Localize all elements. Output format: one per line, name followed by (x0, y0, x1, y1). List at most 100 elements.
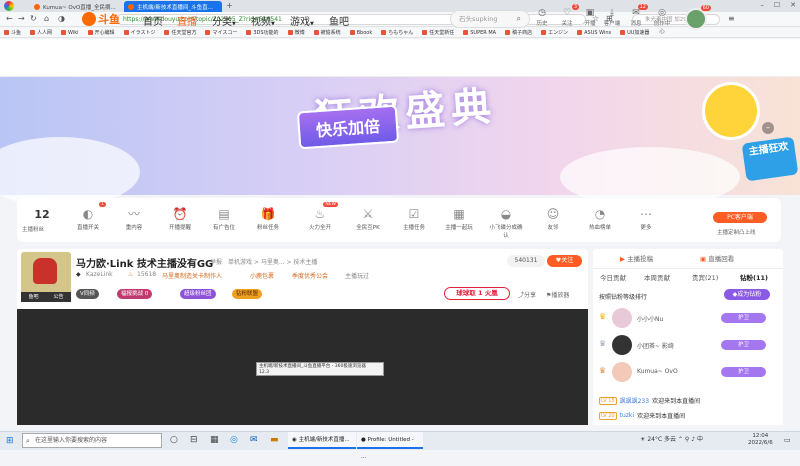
chip-diamond-fans[interactable]: 钻粉联盟 (232, 289, 263, 299)
tab-diamond-fans[interactable]: 钻粉(11) (740, 272, 768, 282)
explorer-icon[interactable]: ▦ (210, 435, 219, 445)
new-tab-button[interactable]: + (226, 1, 233, 10)
tool-1[interactable]: 〰重内容 (116, 206, 152, 231)
anchor-label-fishbar[interactable]: 鱼吧 (28, 292, 38, 302)
task-view-icon[interactable]: ○ (170, 435, 178, 445)
menu-icon[interactable]: ≡ (728, 14, 735, 23)
forward-icon[interactable]: → (18, 14, 25, 23)
bookmark-item[interactable]: 人人网 (30, 29, 52, 36)
chat-username[interactable]: tuzki (620, 412, 634, 419)
bookmark-item[interactable]: マイスコー (205, 29, 237, 36)
bookmark-item[interactable]: 稿子商店 (505, 29, 532, 36)
hot-bar[interactable]: 球球取 1 火凰 (444, 287, 510, 300)
rank-avatar[interactable] (612, 308, 632, 328)
search-icon[interactable]: ⌕ (517, 11, 521, 27)
room-category[interactable]: 单机游戏 > 马里奥... > 技术主播 (228, 257, 317, 266)
tool-12[interactable]: ⋯ 更多 (628, 206, 664, 231)
header-creator-button[interactable]: ◎ 创作中心 (652, 8, 672, 35)
input-language[interactable]: 中 (697, 436, 703, 443)
taskbar-search-input[interactable]: ⌕ 在这里输入你要搜索的内容 (22, 433, 162, 448)
reload-icon[interactable]: ↻ (30, 14, 37, 23)
folder-icon[interactable]: ▬ (270, 435, 279, 445)
report-link[interactable]: 举报 (210, 257, 222, 266)
bookmark-item[interactable]: 斗鱼 (4, 29, 21, 36)
nav-home[interactable]: 首页 (143, 13, 163, 28)
anchor-tag-3[interactable]: 季度优秀公会 (292, 271, 328, 280)
bookmark-item[interactable]: イラストジ (123, 29, 155, 36)
tool-6[interactable]: ⚔ 全民互PK (350, 206, 386, 231)
tool-3[interactable]: ▤ 有广告位 (206, 206, 242, 231)
tab-anchor-posts[interactable]: ▶ 主播投稿 (620, 253, 653, 263)
bookmark-item[interactable]: Bbook (349, 30, 372, 36)
bookmark-item[interactable]: エンジン (541, 29, 568, 36)
anchor-name[interactable]: KazeLink (86, 271, 113, 278)
anchor-label-notice[interactable]: 公告 (53, 292, 63, 302)
tool-10[interactable]: ☺ 友邻 (535, 206, 571, 231)
chip-challenge[interactable]: 福报挑战 0 (117, 289, 153, 299)
chip-same-freq[interactable]: V同频 (76, 289, 99, 299)
chat-username[interactable]: 飒飒飒233 (620, 396, 649, 405)
bookmark-item[interactable]: 任天堂官方 (164, 29, 196, 36)
browser-logo-icon[interactable] (4, 1, 14, 11)
maximize-icon[interactable]: ☐ (774, 1, 780, 9)
follow-button[interactable]: ♥关注 (547, 255, 582, 267)
rank-item[interactable]: ♛ Kumua~ OvO 护卫 (599, 360, 779, 384)
bookmark-item[interactable]: ASUS Wins (577, 30, 611, 36)
bookmark-item[interactable]: 微博 (287, 29, 305, 36)
back-icon[interactable]: ← (6, 14, 13, 23)
network-icon[interactable]: ⌃ (678, 436, 683, 443)
bookmark-item[interactable]: Wiki (61, 30, 79, 36)
taskbar-app-browser[interactable]: ◉ 主机端/新技术直播... (288, 432, 356, 449)
tool-8[interactable]: ▦ 主播一起玩 (441, 206, 477, 231)
bookmark-item[interactable]: UU加速器 (620, 29, 649, 36)
site-search-input[interactable]: 石头supking ⌕ (450, 10, 530, 28)
chip-fan-club[interactable]: 超级粉丝团 (180, 289, 216, 299)
wifi-icon[interactable]: ⚲ (685, 436, 689, 443)
header-heart-button[interactable]: ♡ 关注 3 (557, 4, 579, 27)
volume-icon[interactable]: ♪ (691, 436, 695, 443)
weather-text[interactable]: 24°C 多云 (647, 436, 676, 443)
tab-today-contrib[interactable]: 今日贡献 (600, 272, 626, 282)
tool-7[interactable]: ☑ 主播任务 (396, 206, 432, 231)
header-clock-button[interactable]: ◷ 历史 (532, 8, 552, 27)
mail-icon[interactable]: ✉ (250, 435, 258, 445)
bookmark-item[interactable]: 被偷系统 (313, 29, 341, 36)
edge-icon[interactable]: ◎ (230, 435, 238, 445)
rank-item[interactable]: ♛ 小团茶~ 影绮 护卫 (599, 333, 779, 357)
become-diamond-fan-button[interactable]: ◆成为钻粉 (724, 289, 770, 300)
bookmark-item[interactable]: 任天堂新任 (422, 29, 454, 36)
browser-tab-2[interactable]: 主机端/新技术直播间_斗鱼直... (124, 1, 222, 12)
site-logo[interactable]: 斗鱼 (82, 9, 128, 29)
tab-replay[interactable]: ▣ 直播回看 (700, 253, 734, 263)
windows-start-icon[interactable]: ⊞ (6, 436, 14, 446)
nav-fishbar[interactable]: 鱼吧 (329, 13, 349, 28)
notification-icon[interactable]: ▭ (784, 436, 791, 444)
pc-client-subtitle[interactable]: 主播定制凸上线 (717, 228, 756, 236)
tool-9[interactable]: ◒ 小飞碟分成确认 (488, 206, 524, 239)
tab-vip[interactable]: 贵宾(21) (692, 272, 718, 282)
tool-0[interactable]: ◐ 直播开关 1 (70, 202, 106, 231)
nav-games[interactable]: 游戏▼ (290, 13, 314, 28)
tool-4[interactable]: 🎁 粉丝任务 (250, 206, 286, 231)
home-icon[interactable]: ⌂ (44, 14, 49, 23)
user-avatar[interactable]: 60 (685, 5, 711, 30)
taskbar-app-profile[interactable]: ● Profile: Untitled - ... (357, 432, 423, 460)
rank-item[interactable]: ♛ 小小小Nu 护卫 (599, 306, 779, 330)
tab-week-contrib[interactable]: 本周贡献 (644, 272, 670, 282)
player-report-button[interactable]: ⚑播放器 (546, 290, 569, 299)
banner-mascot-sign[interactable]: 主播狂欢 (741, 136, 799, 182)
toggle-icon[interactable]: ◑ (58, 14, 65, 23)
pc-client-button[interactable]: PC客户端 (713, 212, 767, 223)
anchor-tag-2[interactable]: 小鹿包裹 (250, 271, 274, 280)
share-button[interactable]: ⤴分享 (518, 290, 536, 299)
tool-5[interactable]: ♨ 火力全开 NEW (302, 202, 338, 231)
anchor-tag[interactable]: 马里奥制造关卡制作人 (162, 271, 222, 280)
header-bell-button[interactable]: ✉ 消息 12 (626, 4, 648, 27)
tool-11[interactable]: ◔ 热血榜单 (582, 206, 618, 231)
rank-avatar[interactable] (612, 362, 632, 382)
bookmark-item[interactable]: 开心编辑 (87, 29, 115, 36)
bookmark-item[interactable]: SUPER MA (463, 30, 496, 36)
clock[interactable]: 12:04 2022/6/6 (748, 433, 773, 447)
header-camera-button[interactable]: ▣ 开播 (580, 8, 600, 27)
bookmark-item[interactable]: 3DS功能的 (246, 29, 279, 36)
